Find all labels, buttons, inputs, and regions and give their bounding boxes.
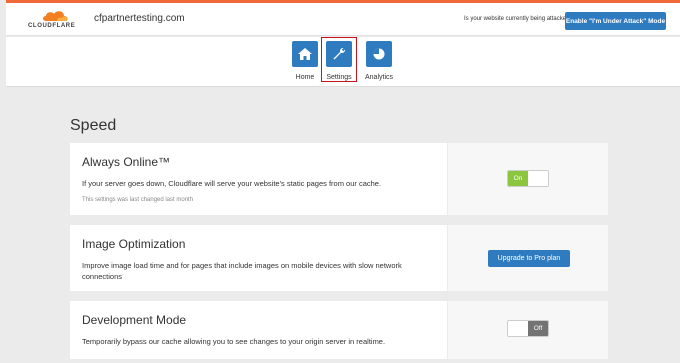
card-title: Image Optimization	[82, 237, 186, 251]
card-description: If your server goes down, Cloudflare wil…	[82, 179, 382, 188]
wrench-icon	[326, 41, 352, 67]
card-side: On	[448, 143, 608, 215]
nav-home-label: Home	[295, 74, 315, 81]
attack-question: Is your website currently being attacked…	[464, 16, 573, 22]
card-title: Always Online™	[82, 155, 171, 169]
section-title: Speed	[70, 117, 117, 134]
toggle-knob	[528, 171, 548, 186]
card-main: Always Online™ If your server goes down,…	[70, 143, 448, 215]
upgrade-button[interactable]: Upgrade to Pro plan	[488, 250, 570, 267]
nav-analytics-label: Analytics	[364, 74, 393, 81]
app-nav: Home Settings Analytics	[6, 37, 680, 87]
pie-chart-icon	[366, 41, 392, 67]
card-main: Image Optimization Improve image load ti…	[70, 225, 448, 291]
toggle-off-label: Off	[528, 321, 548, 336]
toggle-on-label: On	[508, 171, 528, 186]
development-mode-toggle[interactable]: Off	[507, 320, 549, 337]
card-description: Temporarily bypass our cache allowing yo…	[82, 337, 386, 346]
card-side: Upgrade to Pro plan	[448, 225, 608, 291]
card-main: Development Mode Temporarily bypass our …	[70, 301, 448, 359]
setting-card-development-mode: Development Mode Temporarily bypass our …	[70, 301, 608, 359]
card-meta: This settings was last changed last mont…	[82, 197, 194, 203]
nav-analytics[interactable]: Analytics	[361, 41, 397, 81]
cloud-icon	[43, 11, 68, 21]
home-icon	[292, 41, 318, 67]
toggle-knob	[508, 321, 528, 336]
nav-home[interactable]: Home	[287, 41, 323, 81]
always-online-toggle[interactable]: On	[507, 170, 549, 187]
card-description: Improve image load time and for pages th…	[82, 261, 402, 281]
cloudflare-logo[interactable]: CLOUDFLARE	[28, 9, 80, 31]
domain-name: cfpartnertesting.com	[94, 13, 185, 24]
card-title: Development Mode	[82, 313, 187, 327]
setting-card-image-optimization: Image Optimization Improve image load ti…	[70, 225, 608, 291]
top-header: CLOUDFLARE cfpartnertesting.com Is your …	[6, 3, 680, 36]
logo-text: CLOUDFLARE	[28, 23, 76, 29]
nav-settings[interactable]: Settings	[321, 37, 357, 82]
nav-settings-label: Settings	[326, 74, 352, 81]
setting-card-always-online: Always Online™ If your server goes down,…	[70, 143, 608, 215]
card-side: Off	[448, 301, 608, 359]
under-attack-button[interactable]: Enable "I'm Under Attack" Mode	[565, 12, 666, 30]
